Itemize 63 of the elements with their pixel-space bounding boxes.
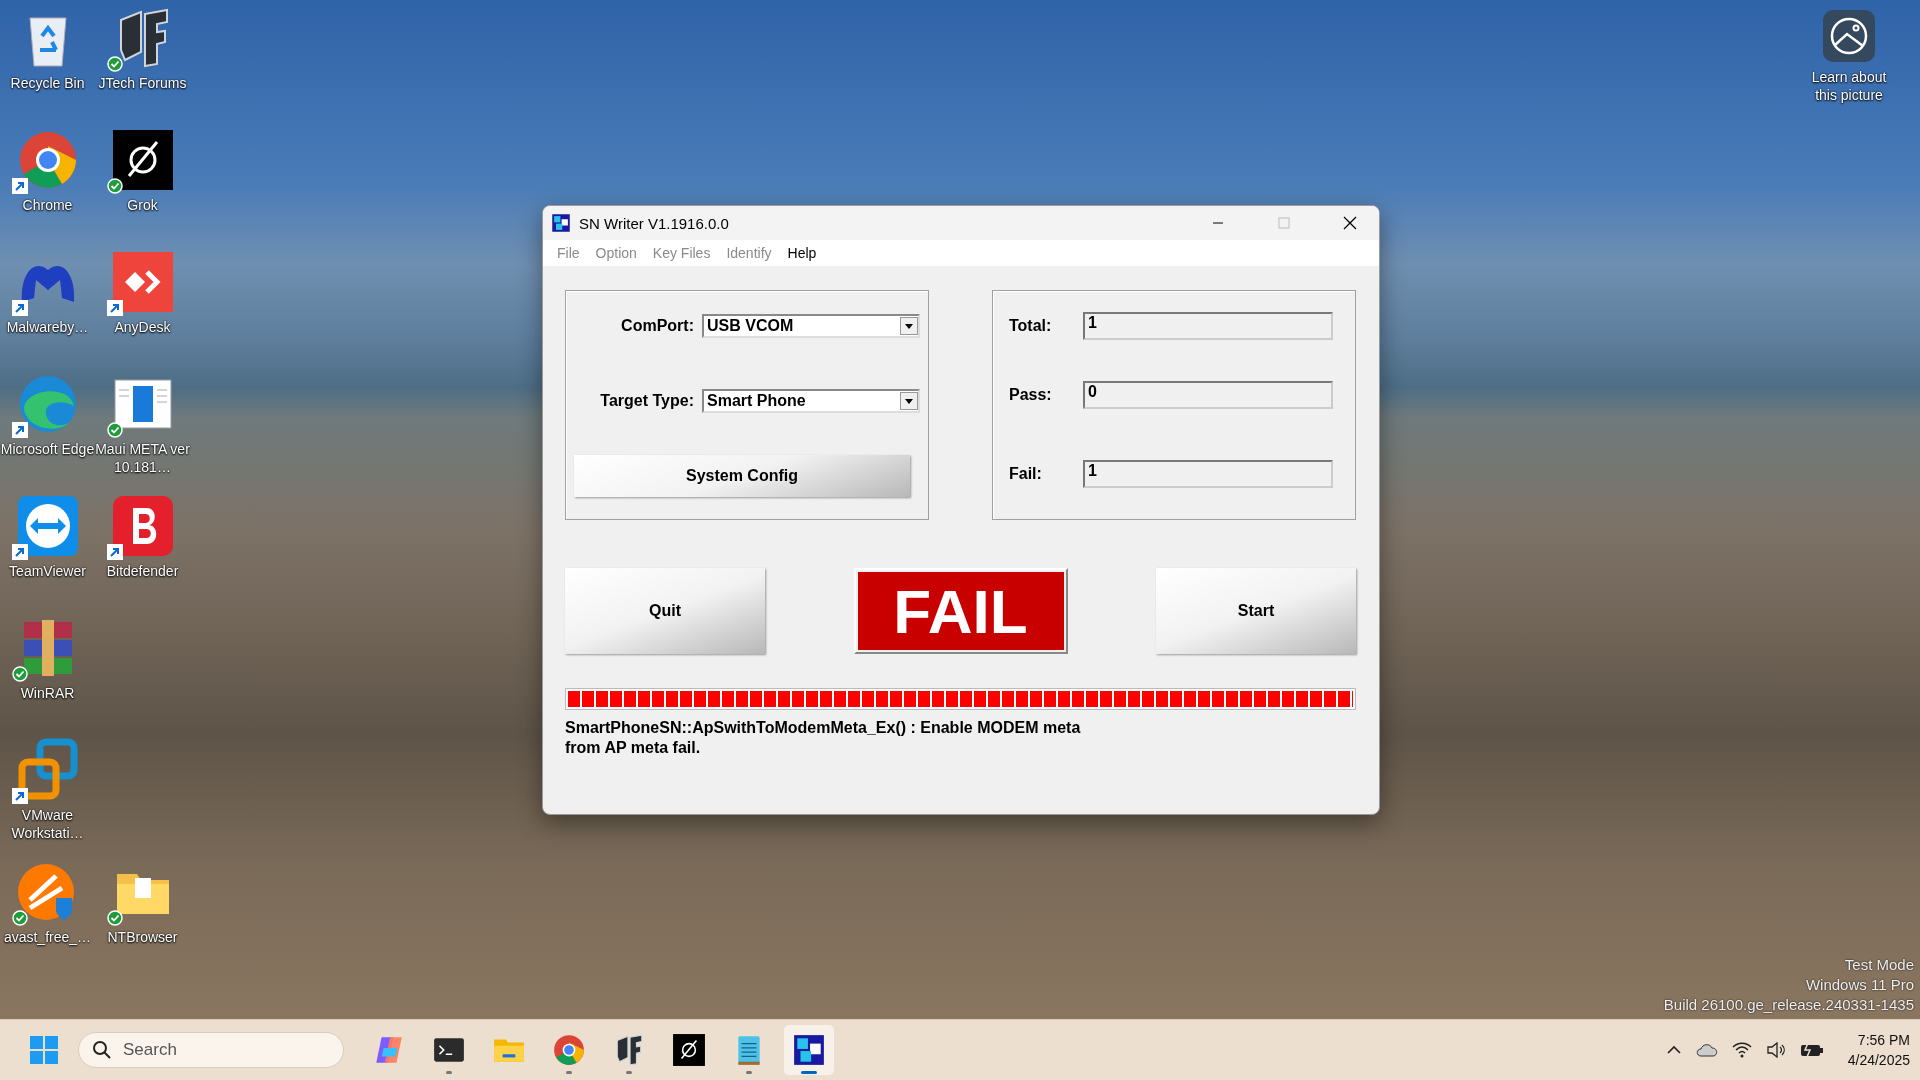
window-title: SN Writer V1.1916.0.0 [579,214,730,232]
cloud-icon[interactable] [1695,1043,1718,1057]
system-config-button[interactable]: System Config [574,455,910,497]
running-indicator [746,1071,752,1074]
battery-charging-icon[interactable] [1799,1042,1824,1058]
taskbar-app-button[interactable] [784,1025,834,1075]
counter-label: Total: [1008,316,1053,335]
desktop-icon-label[interactable]: AnyDesk [114,318,171,336]
running-indicator [446,1071,452,1074]
comport-dropdown[interactable]: USB VCOM [702,314,920,338]
watermark-text: Build 26100.ge_release.240331-1435 [1663,995,1914,1015]
cubes-logo-icon [792,1033,826,1067]
sync-check-icon [11,666,28,682]
ring-logo-icon [552,1033,586,1067]
desktop-icon-label[interactable]: Chrome [22,196,73,214]
running-indicator [566,1071,572,1074]
wifi-icon[interactable] [1731,1042,1752,1058]
fail-banner: FAIL [857,572,1064,650]
watermark-text: Windows 11 Pro [1805,975,1914,995]
picture-info-icon[interactable] [1823,10,1875,62]
sync-check-icon [11,910,28,926]
desktop-icon-label[interactable]: Learn about this picture [1801,68,1897,104]
cubes-logo-icon [551,213,571,233]
windows-logo-icon [29,1035,59,1065]
field-label: ComPort: [620,317,694,335]
desktop-icon-label[interactable]: Microsoft Edge [0,440,95,458]
start-button[interactable]: Start [1156,568,1356,654]
sync-check-icon [106,56,123,72]
desktop-icon-label[interactable]: Maui META ver 10.181… [95,440,190,476]
desktop-icon-label[interactable]: JTech Forums [98,74,187,92]
desktop-icon-label[interactable]: TeamViewer [9,562,86,580]
speaker-icon[interactable] [1765,1042,1786,1058]
desktop-icon-label[interactable]: Bitdefender [106,562,179,580]
close-icon [1343,216,1357,230]
running-indicator [801,1071,817,1074]
desktop-icon-label[interactable]: Malwareby… [6,318,89,336]
clock-button[interactable]: 7:56 PM 4/24/2025 [1847,1030,1910,1070]
field-label: Target Type: [599,392,694,410]
counter-label: Fail: [1008,465,1043,484]
search-icon [92,1040,112,1060]
desktop-icon-label[interactable]: VMware Workstati… [0,806,95,842]
watermark-text: Test Mode [1844,955,1914,975]
desktop-icon-label[interactable]: Recycle Bin [10,74,85,92]
b-letter-icon [110,494,175,558]
chevron-up-icon[interactable] [1665,1045,1682,1055]
desktop-icon-label[interactable]: Grok [127,196,158,214]
search-field[interactable]: Search [78,1032,344,1068]
counter-field[interactable]: 1 [1083,311,1333,340]
status-message: SmartPhoneSN::ApSwithToModemMeta_Ex() : Enable MODEM meta from AP meta fail. [565,718,1082,758]
counter-field[interactable]: 1 [1083,460,1333,489]
desktop-icon-label[interactable]: NTBrowser [107,928,178,946]
sync-check-icon [106,178,123,194]
counter-field[interactable]: 0 [1083,381,1333,410]
target-type-dropdown[interactable]: Smart Phone [702,389,920,413]
sync-check-icon [106,422,123,438]
counter-label: Pass: [1008,386,1053,405]
running-indicator [626,1071,632,1074]
sync-check-icon [106,910,123,926]
desktop-icon-label[interactable]: avast_free_… [3,928,92,946]
desktop-icon-label[interactable]: WinRAR [20,684,75,702]
quit-button[interactable]: Quit [565,568,765,654]
maximize-icon [1278,217,1290,229]
menu-item[interactable]: Help [781,243,823,263]
